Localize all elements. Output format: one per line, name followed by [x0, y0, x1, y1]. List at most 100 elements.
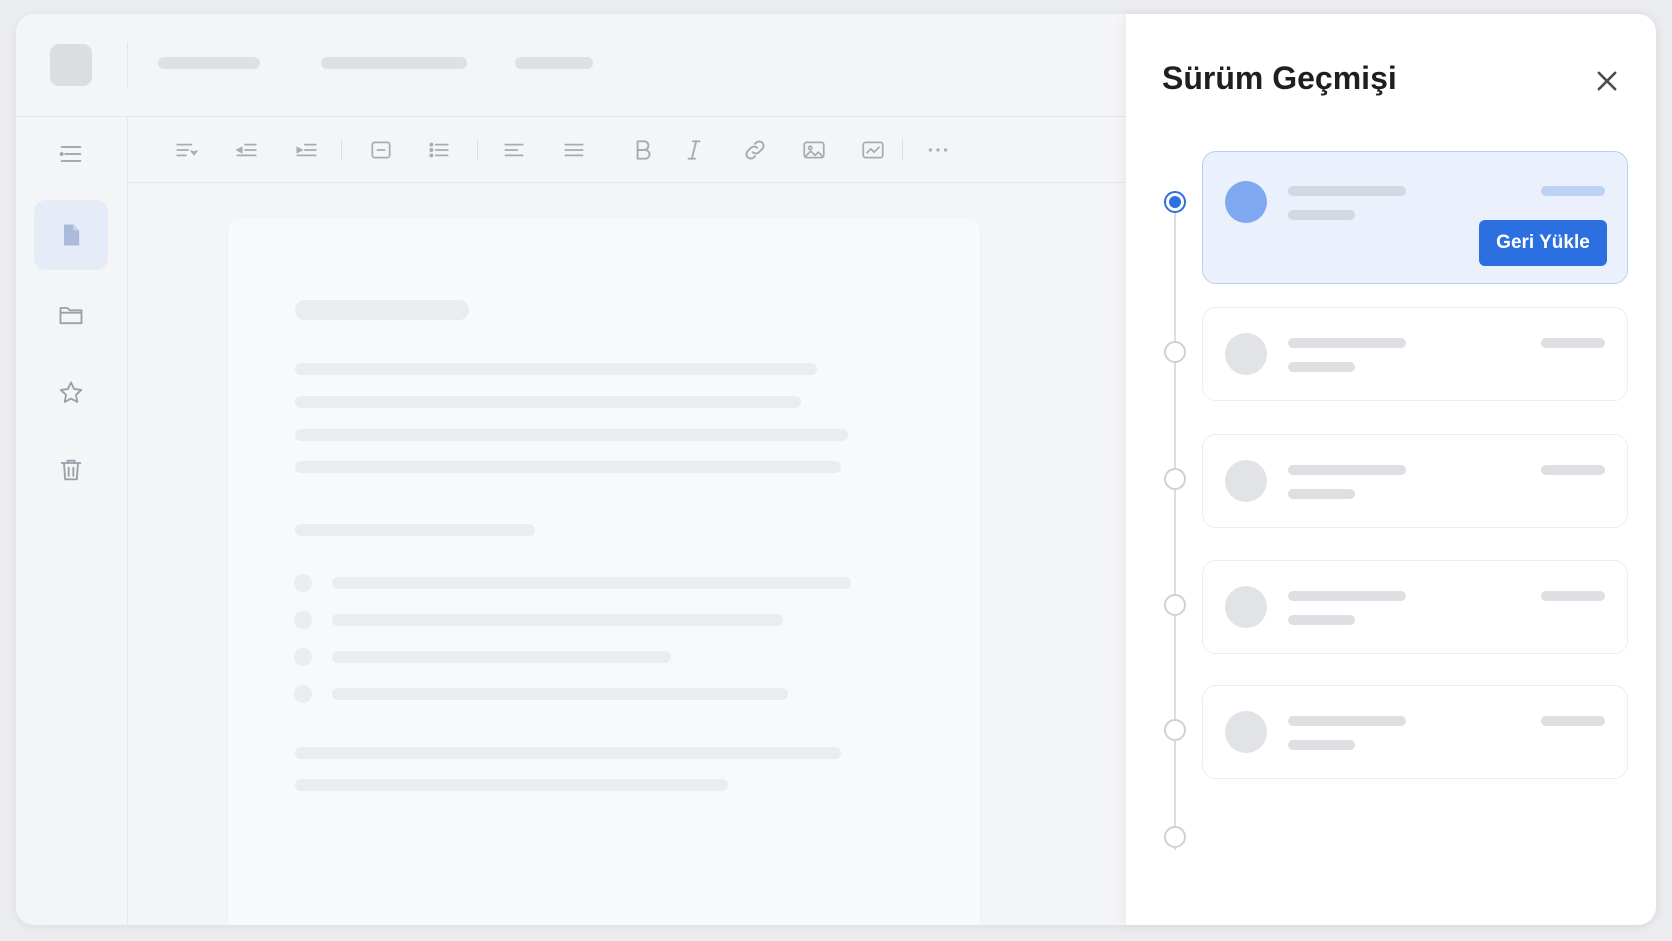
timeline-dot[interactable]	[1164, 826, 1186, 848]
paragraph-line-placeholder	[295, 429, 848, 441]
topbar-menu-item-placeholder[interactable]	[158, 57, 260, 69]
version-card[interactable]	[1202, 307, 1628, 401]
bold-icon	[636, 140, 651, 160]
timeline-dot[interactable]	[1164, 594, 1186, 616]
paragraph-line-placeholder	[295, 779, 728, 791]
avatar	[1225, 586, 1267, 628]
timeline-dot-selected[interactable]	[1164, 191, 1186, 213]
list-item-placeholder	[332, 688, 788, 700]
toolbar-divider	[341, 139, 342, 161]
trash-icon	[60, 459, 82, 481]
sidebar-item-menu[interactable]	[34, 119, 108, 189]
version-card[interactable]	[1202, 685, 1628, 779]
version-time-placeholder	[1541, 338, 1605, 348]
align-left-dropdown-button[interactable]	[172, 135, 202, 165]
version-date-placeholder	[1288, 362, 1355, 372]
paragraph-line-placeholder	[295, 747, 841, 759]
insert-image-button[interactable]	[799, 135, 829, 165]
star-icon	[59, 381, 83, 403]
close-icon	[1597, 71, 1617, 91]
version-date-placeholder	[1288, 615, 1355, 625]
topbar-menu-item-placeholder[interactable]	[515, 57, 593, 69]
list-bullet-placeholder	[294, 611, 312, 629]
italic-button[interactable]	[679, 135, 709, 165]
version-date-placeholder	[1288, 489, 1355, 499]
align-justify-icon	[564, 143, 584, 157]
link-icon	[745, 140, 765, 160]
panel-title: Sürüm Geçmişi	[1162, 60, 1397, 96]
image-edit-icon	[862, 141, 884, 159]
sidebar-item-trash[interactable]	[34, 435, 108, 505]
document-icon	[64, 224, 80, 246]
sidebar-item-folder[interactable]	[34, 280, 108, 350]
sidebar-item-document[interactable]	[34, 200, 108, 270]
version-card[interactable]	[1202, 560, 1628, 654]
indent-increase-icon	[296, 143, 317, 157]
paragraph-line-placeholder	[295, 363, 817, 375]
version-card-selected[interactable]: Geri Yükle	[1202, 151, 1628, 284]
topbar-menu-item-placeholder[interactable]	[321, 57, 467, 69]
version-time-placeholder	[1541, 465, 1605, 475]
close-button[interactable]	[1588, 62, 1626, 100]
align-left-icon	[504, 143, 524, 157]
toolbar-divider	[902, 139, 903, 161]
bold-button[interactable]	[628, 135, 658, 165]
bulleted-list-button[interactable]	[424, 135, 454, 165]
version-date-placeholder	[1288, 740, 1355, 750]
align-left-button[interactable]	[499, 135, 529, 165]
timeline-line	[1174, 204, 1176, 850]
sidebar-item-starred[interactable]	[34, 358, 108, 428]
list-item-placeholder	[332, 651, 671, 663]
paragraph-line-placeholder	[295, 461, 841, 473]
paragraph-line-placeholder	[295, 396, 801, 408]
list-bullet-placeholder	[294, 685, 312, 703]
version-author-placeholder	[1288, 591, 1406, 601]
restore-button[interactable]: Geri Yükle	[1479, 220, 1607, 266]
version-card[interactable]	[1202, 434, 1628, 528]
version-history-panel: Sürüm Geçmişi Geri Yükle	[1126, 14, 1656, 925]
list-item-placeholder	[332, 577, 851, 589]
left-sidebar	[16, 117, 128, 925]
version-time-placeholder	[1541, 186, 1605, 196]
avatar	[1225, 711, 1267, 753]
document-heading-placeholder	[295, 300, 469, 320]
align-left-dropdown-icon	[176, 143, 198, 157]
subheading-placeholder	[295, 524, 535, 536]
topbar-divider	[127, 42, 128, 88]
menu-icon	[59, 146, 82, 162]
italic-icon	[687, 140, 701, 160]
link-button[interactable]	[740, 135, 770, 165]
list-bullet-placeholder	[294, 648, 312, 666]
version-time-placeholder	[1541, 716, 1605, 726]
list-bullet-placeholder	[294, 574, 312, 592]
app-logo[interactable]	[50, 44, 92, 86]
align-justify-button[interactable]	[559, 135, 589, 165]
timeline-dot[interactable]	[1164, 719, 1186, 741]
more-options-button[interactable]	[923, 135, 953, 165]
indent-decrease-button[interactable]	[231, 135, 261, 165]
timeline-dot[interactable]	[1164, 468, 1186, 490]
text-box-button[interactable]	[366, 135, 396, 165]
avatar	[1225, 333, 1267, 375]
version-author-placeholder	[1288, 338, 1406, 348]
version-author-placeholder	[1288, 186, 1406, 196]
bulleted-list-icon	[429, 142, 449, 158]
document-page[interactable]	[228, 218, 980, 925]
version-time-placeholder	[1541, 591, 1605, 601]
list-item-placeholder	[332, 614, 783, 626]
toolbar-divider	[477, 139, 478, 161]
image-icon	[803, 141, 825, 159]
version-date-placeholder	[1288, 210, 1355, 220]
text-box-icon	[371, 141, 391, 159]
indent-increase-button[interactable]	[291, 135, 321, 165]
timeline-dot[interactable]	[1164, 341, 1186, 363]
top-bar	[16, 14, 1128, 117]
edit-image-button[interactable]	[858, 135, 888, 165]
avatar	[1225, 460, 1267, 502]
indent-decrease-icon	[235, 143, 257, 157]
version-author-placeholder	[1288, 465, 1406, 475]
more-icon	[928, 148, 948, 152]
folder-icon	[59, 307, 83, 325]
avatar	[1225, 181, 1267, 223]
formatting-toolbar	[128, 117, 1128, 183]
